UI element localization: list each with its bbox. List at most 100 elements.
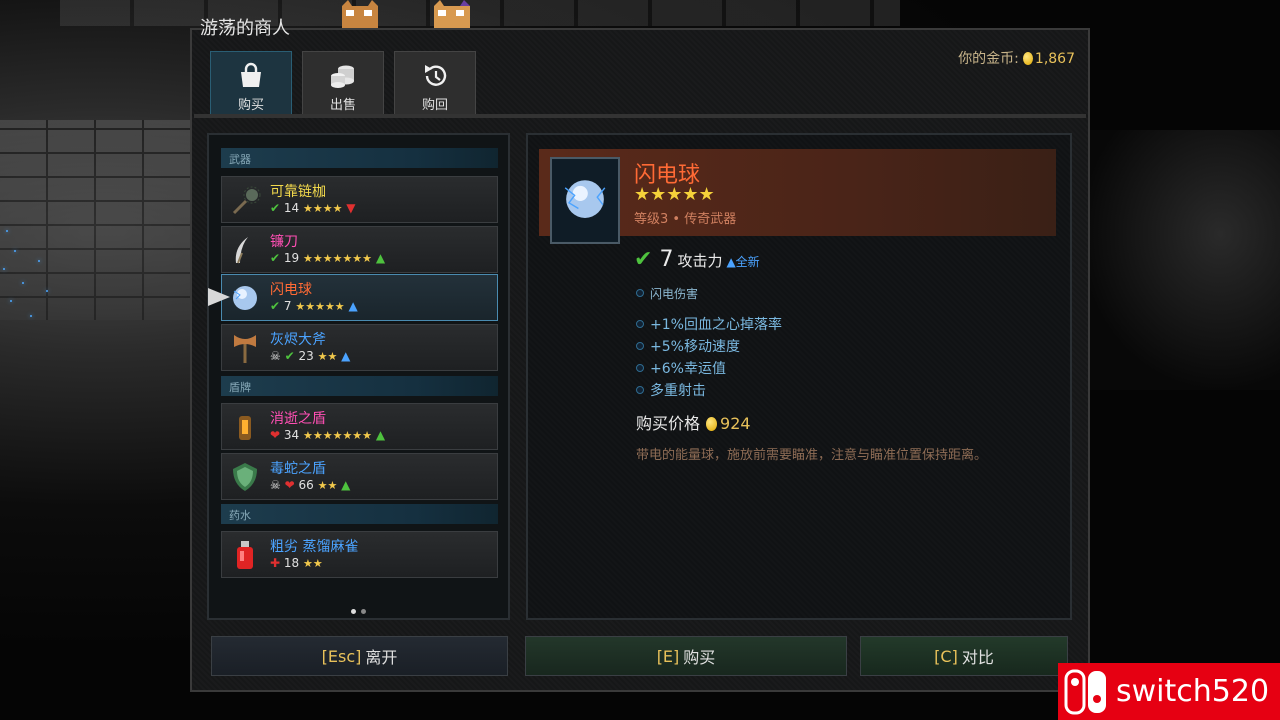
leave-button[interactable]: [Esc] 离开 bbox=[211, 636, 508, 676]
attack-icon: ✔ bbox=[284, 349, 295, 363]
buy-label: 购买 bbox=[683, 648, 716, 667]
item-stats: ❤ 34 ★★★★★★★ ▲ bbox=[270, 428, 385, 442]
item-name: 粗劣 蒸馏麻雀 bbox=[270, 539, 359, 555]
item-name: 镰刀 bbox=[270, 234, 298, 250]
price-label: 购买价格 bbox=[636, 414, 701, 433]
item-stat-value: 19 bbox=[283, 251, 300, 265]
list-item[interactable]: 灰烬大斧 ☠ ✔ 23 ★★ ▲ bbox=[221, 324, 498, 371]
page-dot-active[interactable] bbox=[351, 609, 356, 614]
compare-button[interactable]: [C] 对比 bbox=[860, 636, 1068, 676]
item-stat-value: 34 bbox=[283, 428, 300, 442]
heart-icon: ❤ bbox=[270, 428, 281, 442]
item-trend: ▲ bbox=[375, 428, 386, 442]
attack-value: 7 bbox=[659, 247, 674, 272]
list-item[interactable]: 镰刀 ✔ 19 ★★★★★★★ ▲ bbox=[221, 226, 498, 273]
tab-sell[interactable]: 出售 bbox=[302, 51, 384, 117]
item-stat-value: 7 bbox=[283, 299, 292, 313]
tab-buyback[interactable]: 购回 bbox=[394, 51, 476, 117]
item-stats: ✚ 18 ★★ bbox=[270, 556, 323, 570]
health-cross-icon: ✚ bbox=[270, 556, 281, 570]
history-icon bbox=[425, 65, 447, 86]
tab-buyback-label: 购回 bbox=[421, 98, 448, 113]
item-trend: ▲ bbox=[341, 349, 351, 363]
attack-icon: ✔ bbox=[270, 299, 281, 313]
shopping-bag-icon bbox=[241, 62, 261, 87]
list-item[interactable]: 粗劣 蒸馏麻雀 ✚ 18 ★★ bbox=[221, 531, 498, 578]
potion-icon bbox=[237, 541, 253, 569]
item-trend: ▲ bbox=[341, 478, 351, 492]
page-indicator[interactable] bbox=[351, 599, 371, 618]
attack-icon: ✔ bbox=[270, 201, 281, 215]
tab-buy[interactable]: 购买 bbox=[210, 51, 292, 117]
lightning-orb-icon bbox=[233, 286, 257, 310]
attack-icon: ✔ bbox=[634, 247, 653, 272]
cat-pet-icon bbox=[434, 0, 470, 28]
bonus-stat: +5%移动速度 bbox=[636, 336, 740, 356]
item-trend: ▲ bbox=[348, 299, 358, 313]
item-stats: ✔ 7 ★★★★★ ▲ bbox=[270, 299, 358, 313]
gold-coin-icon bbox=[1022, 52, 1033, 65]
skull-icon: ☠ bbox=[270, 478, 281, 492]
price-amount: 924 bbox=[720, 414, 751, 433]
item-name: 闪电球 bbox=[270, 282, 312, 298]
scythe-icon bbox=[235, 237, 248, 264]
list-item[interactable]: 消逝之盾 ❤ 34 ★★★★★★★ ▲ bbox=[221, 403, 498, 450]
page-dot[interactable] bbox=[361, 609, 366, 614]
lantern-shield-icon bbox=[239, 416, 251, 440]
selection-pointer-icon bbox=[208, 288, 230, 306]
watermark-text: switch520 bbox=[1116, 674, 1270, 709]
item-stat-value: 14 bbox=[283, 201, 300, 215]
item-stats: ✔ 14 ★★★★ ▼ bbox=[270, 201, 356, 215]
watermark: switch520 bbox=[1058, 663, 1280, 720]
list-item[interactable]: 可靠链枷 ✔ 14 ★★★★ ▼ bbox=[221, 176, 498, 223]
item-name: 毒蛇之盾 bbox=[270, 461, 326, 477]
item-trend: ▲ bbox=[375, 251, 386, 265]
item-stats: ✔ 19 ★★★★★★★ ▲ bbox=[270, 251, 385, 265]
lightning-orb-icon bbox=[550, 157, 620, 244]
buy-key: [E] bbox=[656, 646, 680, 666]
item-stars: ★★ bbox=[303, 557, 323, 570]
gold-amount: 1,867 bbox=[1034, 51, 1075, 67]
detail-stars: ★★★★★ bbox=[634, 184, 715, 205]
flail-icon bbox=[232, 186, 261, 215]
category-header-weapons: 武器 bbox=[221, 148, 498, 168]
category-header-potions: 药水 bbox=[221, 504, 498, 524]
item-stats: ☠ ✔ 23 ★★ ▲ bbox=[270, 349, 350, 363]
item-stars: ★★★★★★★ bbox=[303, 429, 373, 442]
item-stars: ★★★★ bbox=[303, 202, 343, 215]
compare-key: [C] bbox=[934, 646, 958, 666]
item-stats: ☠ ❤ 66 ★★ ▲ bbox=[270, 478, 350, 492]
attack-stat: ✔ 7 攻击力 ▲全新 bbox=[634, 247, 760, 272]
leave-label: 离开 bbox=[365, 648, 398, 667]
compare-label: 对比 bbox=[961, 648, 994, 667]
coin-stack-icon bbox=[331, 65, 354, 88]
item-name: 消逝之盾 bbox=[270, 411, 326, 427]
item-stat-value: 18 bbox=[283, 556, 300, 570]
item-description: 带电的能量球，施放前需要瞄准，注意与瞄准位置保持距离。 bbox=[636, 448, 988, 463]
item-trend: ▼ bbox=[346, 201, 356, 215]
list-item[interactable]: 毒蛇之盾 ☠ ❤ 66 ★★ ▲ bbox=[221, 453, 498, 500]
switch-logo-icon bbox=[1064, 669, 1106, 714]
window-title: 游荡的商人 bbox=[200, 18, 290, 39]
item-stars: ★★ bbox=[317, 479, 338, 492]
gold-display: 你的金币: 1,867 bbox=[958, 48, 1075, 68]
detail-level: 等级3 • 传奇武器 bbox=[634, 212, 737, 227]
gold-label: 你的金币: bbox=[958, 51, 1019, 67]
cat-pet-icon bbox=[342, 0, 378, 28]
gold-coin-icon bbox=[706, 417, 718, 431]
axe-icon bbox=[234, 335, 256, 363]
item-stat-value: 23 bbox=[298, 349, 314, 363]
tab-buy-label: 购买 bbox=[237, 98, 264, 113]
buy-button[interactable]: [E] 购买 bbox=[525, 636, 847, 676]
purchase-price: 购买价格 924 bbox=[636, 410, 751, 434]
category-header-shields: 盾牌 bbox=[221, 376, 498, 396]
top-brick-wall bbox=[60, 0, 900, 26]
leave-key: [Esc] bbox=[321, 646, 362, 666]
right-brick-wall bbox=[1080, 130, 1280, 390]
bonus-stat: 多重射击 bbox=[636, 380, 706, 400]
bonus-stat: +1%回血之心掉落率 bbox=[636, 314, 782, 334]
tab-sell-label: 出售 bbox=[329, 98, 356, 113]
attack-new-tag: ▲全新 bbox=[726, 255, 760, 269]
item-stars: ★★★★★★★ bbox=[303, 252, 373, 265]
list-item-selected[interactable]: 闪电球 ✔ 7 ★★★★★ ▲ bbox=[221, 274, 498, 321]
